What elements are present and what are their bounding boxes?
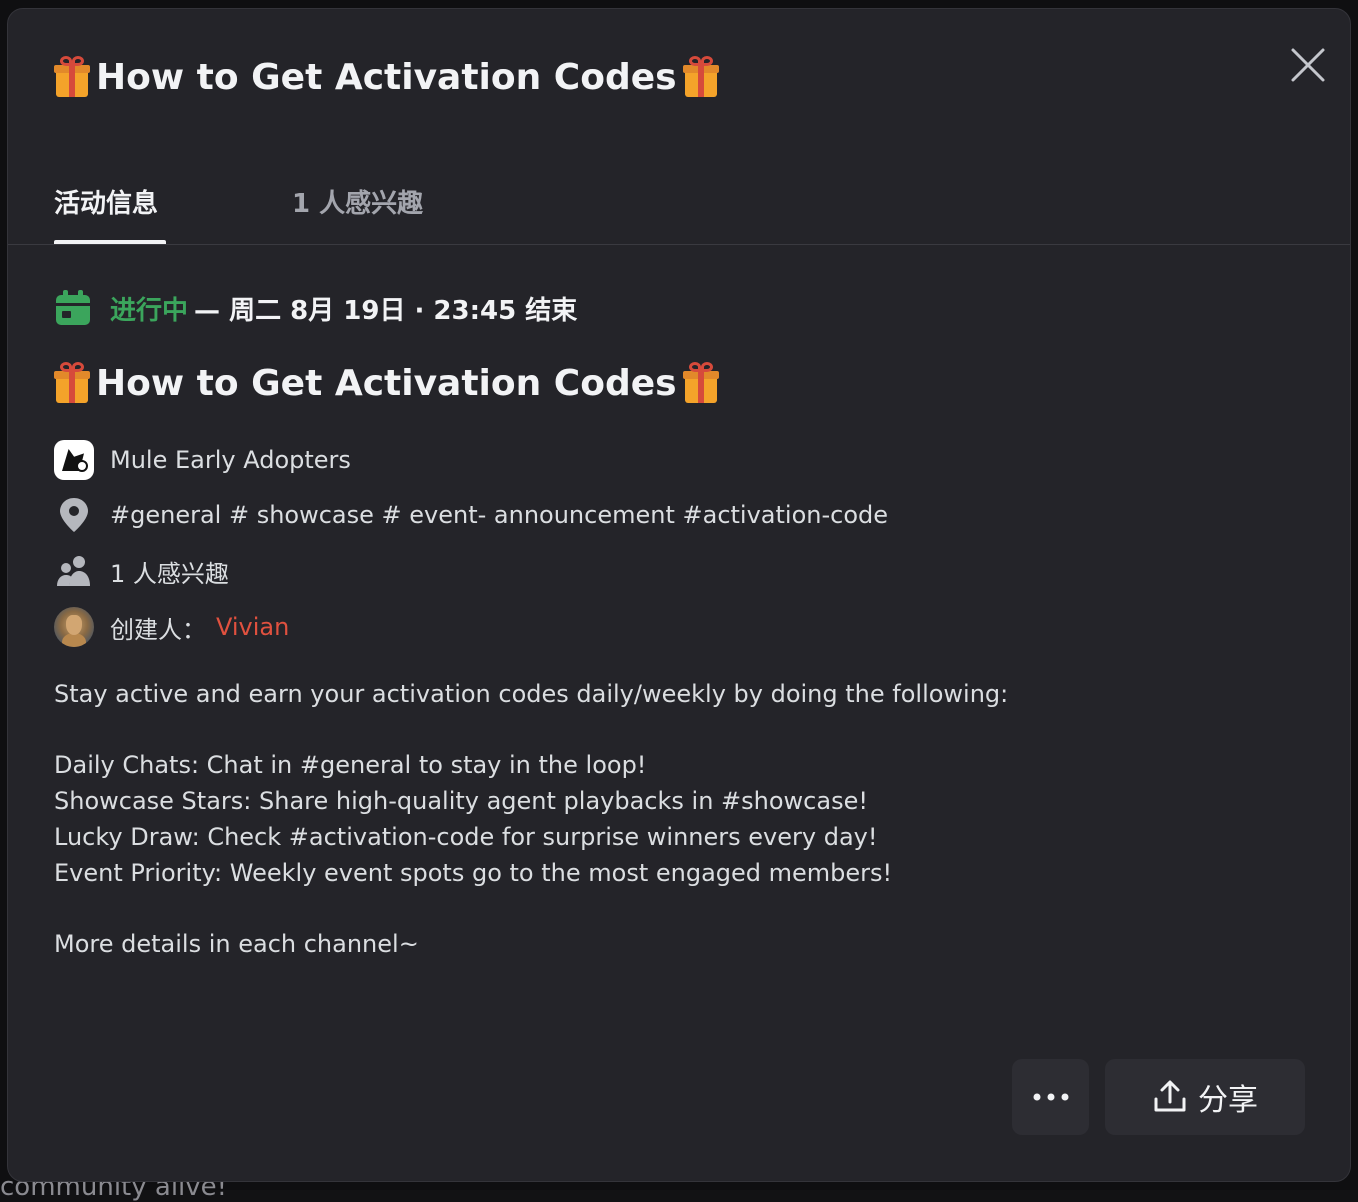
share-button[interactable]: 分享 (1105, 1059, 1305, 1135)
ellipsis-icon (1033, 1093, 1068, 1101)
people-icon (54, 551, 94, 591)
tab-interested[interactable]: 1 人感兴趣 (292, 183, 423, 220)
close-button[interactable] (1288, 45, 1328, 85)
location-row: #general # showcase # event- announcemen… (54, 495, 888, 535)
active-tab-indicator (54, 240, 166, 244)
event-modal: How to Get Activation Codes 活动信息 1 人感兴趣 … (7, 8, 1351, 1182)
event-status-row: 进行中 — 周二 8月 19日 · 23:45 结束 (54, 289, 577, 327)
gift-icon (682, 361, 719, 405)
server-row[interactable]: Mule Early Adopters (54, 440, 351, 480)
gift-icon (54, 55, 90, 99)
creator-prefix: 创建人： (110, 615, 206, 644)
server-name: Mule Early Adopters (110, 446, 351, 474)
location-pin-icon (54, 495, 94, 535)
modal-header-title: How to Get Activation Codes (54, 55, 719, 99)
creator-avatar[interactable] (54, 607, 94, 647)
interested-count: 1 人感兴趣 (110, 559, 229, 588)
event-title-text: How to Get Activation Codes (96, 362, 677, 404)
creator-row: 创建人： Vivian (54, 607, 289, 647)
share-upload-icon (1154, 1080, 1186, 1112)
event-description: Stay active and earn your activation cod… (54, 680, 1009, 958)
creator-name-link[interactable]: Vivian (216, 613, 289, 641)
close-icon (1291, 48, 1325, 82)
server-avatar (54, 440, 94, 480)
status-time-label: — 周二 8月 19日 · 23:45 结束 (194, 295, 578, 326)
location-text: #general # showcase # event- announcemen… (110, 501, 889, 529)
tab-event-info[interactable]: 活动信息 (54, 183, 158, 220)
interested-row: 1 人感兴趣 (54, 551, 229, 591)
status-live-label: 进行中 (110, 295, 189, 326)
gift-icon (682, 55, 719, 99)
gift-icon (54, 361, 90, 405)
event-title: How to Get Activation Codes (54, 361, 719, 405)
more-options-button[interactable] (1012, 1059, 1089, 1135)
share-label: 分享 (1198, 1083, 1258, 1118)
modal-title-text: How to Get Activation Codes (96, 56, 677, 98)
calendar-icon (56, 290, 90, 325)
tab-bar: 活动信息 1 人感兴趣 (8, 169, 1350, 245)
